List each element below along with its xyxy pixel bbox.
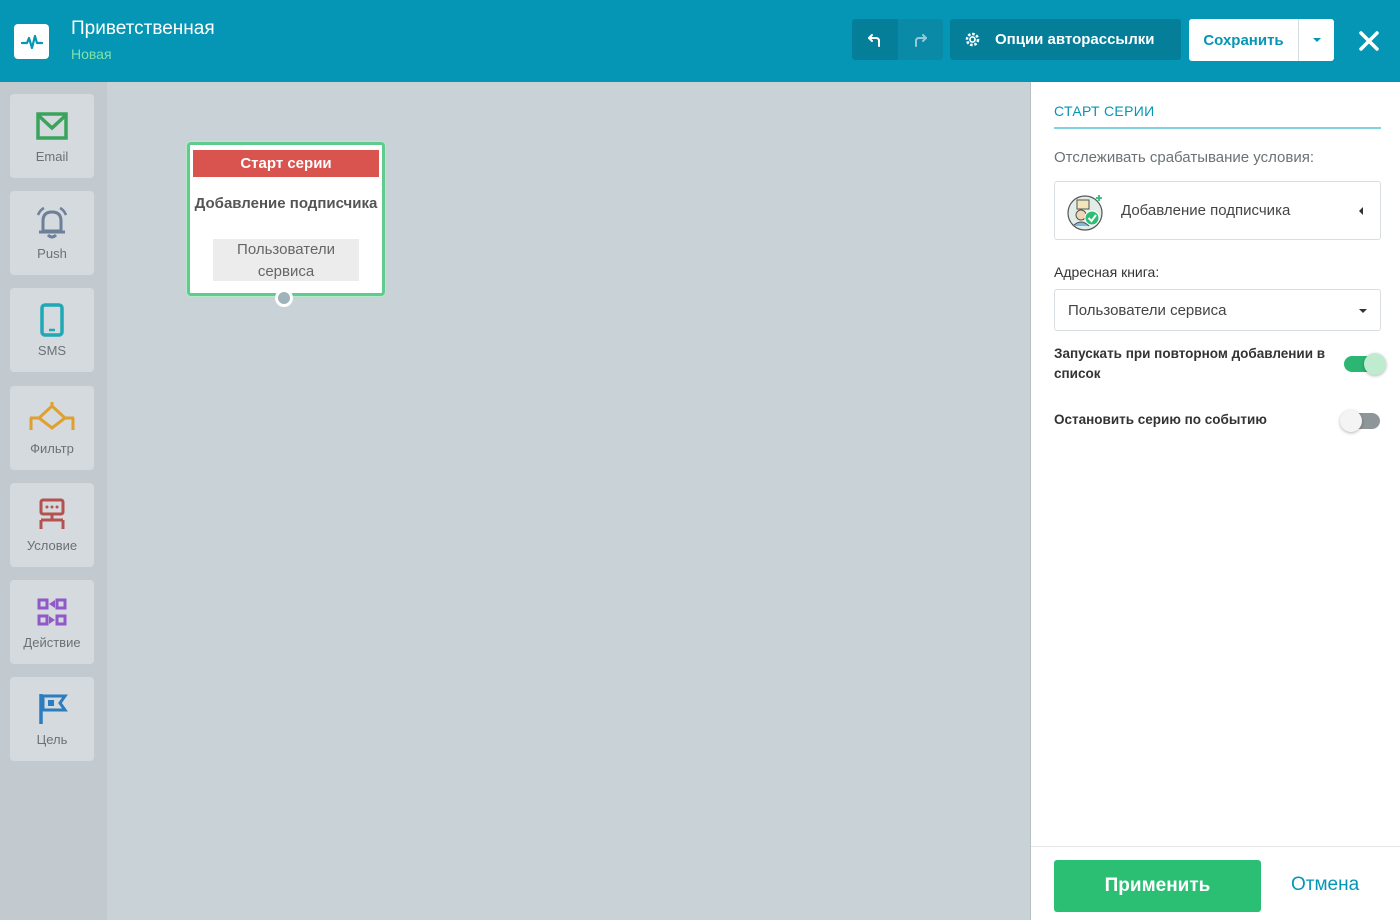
tool-filter[interactable]: Фильтр	[10, 386, 94, 470]
tool-label: SMS	[37, 343, 67, 358]
tool-sms[interactable]: SMS	[10, 288, 94, 372]
undo-button[interactable]	[852, 19, 898, 60]
element-toolbox: Email Push SMS Фильтр Условие Действие Ц…	[0, 82, 107, 920]
redo-button[interactable]	[897, 19, 943, 60]
save-dropdown-button[interactable]	[1299, 19, 1334, 61]
history-buttons	[852, 19, 943, 60]
bell-icon	[34, 205, 70, 241]
tool-label: Условие	[26, 538, 78, 553]
node-output-port[interactable]	[275, 289, 293, 307]
flag-icon	[36, 691, 68, 727]
caret-down-icon	[1312, 38, 1321, 42]
top-header: Приветственная Новая Опции авторассылки …	[0, 0, 1400, 82]
tool-push[interactable]: Push	[10, 191, 94, 275]
start-series-node[interactable]: Старт серии Добавление подписчика Пользо…	[187, 142, 385, 307]
tool-label: Фильтр	[30, 441, 74, 456]
cancel-link[interactable]: Отмена	[1291, 874, 1359, 896]
tool-label: Цель	[36, 732, 68, 747]
trigger-value: Добавление подписчика	[1121, 202, 1291, 219]
save-group: Сохранить	[1189, 19, 1334, 61]
envelope-icon	[36, 108, 68, 144]
node-trigger: Добавление подписчика	[194, 195, 378, 212]
panel-title: СТАРТ СЕРИИ	[1054, 103, 1155, 119]
redo-icon	[915, 33, 928, 47]
tool-email[interactable]: Email	[10, 94, 94, 178]
close-button[interactable]	[1354, 26, 1384, 56]
tool-condition[interactable]: Условие	[10, 483, 94, 567]
stop-on-event-toggle[interactable]	[1340, 410, 1380, 432]
stop-on-event-label: Остановить серию по событию	[1054, 412, 1267, 427]
flow-canvas[interactable]: Старт серии Добавление подписчика Пользо…	[107, 82, 1030, 920]
close-icon	[1359, 31, 1379, 51]
repeat-add-label: Запускать при повторном добавлении в спи…	[1054, 346, 1326, 381]
panel-footer: Применить Отмена	[1031, 846, 1400, 920]
action-icon	[36, 594, 68, 630]
address-book-label: Адресная книга:	[1054, 264, 1160, 280]
settings-panel: СТАРТ СЕРИИ Отслеживать срабатывание усл…	[1030, 82, 1400, 920]
filter-icon	[27, 400, 77, 436]
node-header: Старт серии	[193, 150, 379, 177]
address-book-value: Пользователи сервиса	[1068, 301, 1227, 319]
track-condition-label: Отслеживать срабатывание условия:	[1054, 149, 1315, 166]
app-logo[interactable]	[14, 24, 49, 59]
trigger-select[interactable]: Добавление подписчика	[1054, 181, 1381, 240]
pulse-icon	[20, 34, 43, 49]
undo-icon	[867, 33, 880, 47]
toggle-knob	[1340, 410, 1362, 432]
caret-left-icon	[1359, 207, 1363, 215]
node-address-book: Пользователи сервиса	[213, 239, 359, 281]
toggle-knob	[1364, 353, 1386, 375]
caret-down-icon	[1359, 309, 1367, 313]
save-button[interactable]: Сохранить	[1189, 19, 1299, 61]
series-title[interactable]: Приветственная	[71, 18, 215, 40]
tool-action[interactable]: Действие	[10, 580, 94, 664]
tool-label: Действие	[23, 635, 81, 650]
series-status: Новая	[71, 46, 112, 62]
gear-icon	[965, 32, 980, 47]
tool-label: Email	[35, 149, 69, 164]
tool-label: Push	[37, 246, 67, 261]
address-book-select[interactable]: Пользователи сервиса	[1054, 289, 1381, 331]
add-subscriber-icon	[1067, 194, 1103, 231]
autoresponder-options-button[interactable]: Опции авторассылки	[950, 19, 1181, 60]
options-label: Опции авторассылки	[995, 31, 1155, 48]
phone-icon	[39, 302, 65, 338]
apply-button[interactable]: Применить	[1054, 860, 1261, 912]
tool-goal[interactable]: Цель	[10, 677, 94, 761]
panel-divider	[1054, 127, 1381, 129]
condition-icon	[35, 497, 69, 533]
repeat-add-toggle[interactable]	[1344, 353, 1386, 375]
